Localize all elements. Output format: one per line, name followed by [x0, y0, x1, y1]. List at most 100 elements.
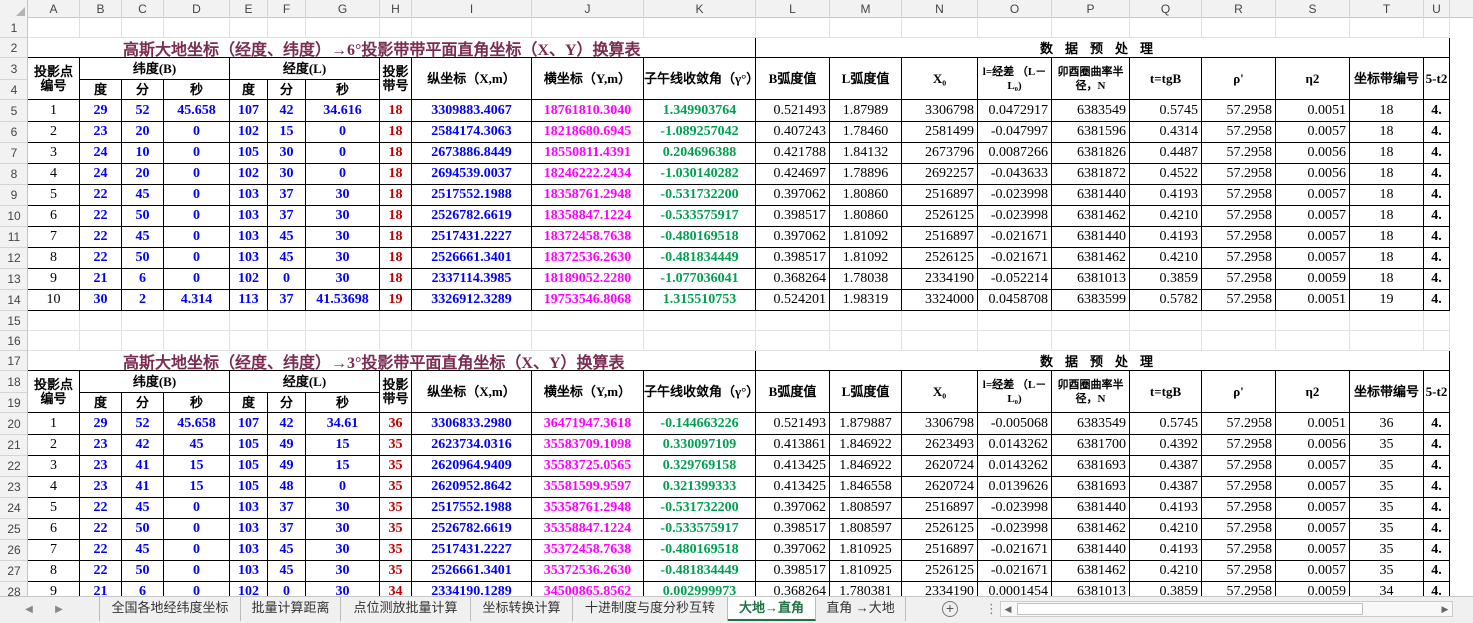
- table-cell[interactable]: 0: [306, 164, 380, 185]
- table-cell[interactable]: 2: [28, 435, 80, 456]
- table-cell[interactable]: 1.810925: [830, 561, 902, 582]
- table-cell[interactable]: 18: [380, 185, 412, 206]
- header-u[interactable]: 5-t2: [1424, 58, 1450, 100]
- header-latitude[interactable]: 纬度(B): [80, 58, 230, 80]
- table-cell[interactable]: 0.521493: [756, 413, 830, 435]
- empty-cell[interactable]: [28, 331, 80, 351]
- header-lat-deg[interactable]: 度: [80, 80, 122, 100]
- table-cell[interactable]: -0.480169518: [644, 540, 756, 561]
- table-cell[interactable]: 18372536.2630: [532, 248, 644, 269]
- table-cell[interactable]: 19: [380, 290, 412, 311]
- table-cell[interactable]: 35: [1350, 456, 1424, 477]
- empty-cell[interactable]: [1424, 18, 1450, 38]
- table-cell[interactable]: 0.524201: [756, 290, 830, 311]
- empty-cell[interactable]: [644, 311, 756, 331]
- empty-cell[interactable]: [164, 18, 230, 38]
- table-cell[interactable]: 45.658: [164, 100, 230, 122]
- header-brad[interactable]: B弧度值: [756, 371, 830, 413]
- empty-cell[interactable]: [532, 331, 644, 351]
- column-header-k[interactable]: K: [644, 0, 756, 18]
- table-cell[interactable]: 0.3859: [1130, 582, 1202, 596]
- empty-cell[interactable]: [268, 311, 306, 331]
- column-header-q[interactable]: Q: [1130, 0, 1202, 18]
- table-cell[interactable]: 2516897: [902, 227, 978, 248]
- row-header-3[interactable]: 3: [0, 58, 27, 80]
- empty-cell[interactable]: [380, 311, 412, 331]
- column-header-h[interactable]: H: [380, 0, 412, 18]
- row-header-23[interactable]: 23: [0, 477, 27, 498]
- row-header-11[interactable]: 11: [0, 227, 27, 248]
- table-cell[interactable]: 30: [80, 290, 122, 311]
- table-cell[interactable]: 2526782.6619: [412, 519, 532, 540]
- table-cell[interactable]: 0.329769158: [644, 456, 756, 477]
- table-cell[interactable]: -0.047997: [978, 122, 1052, 143]
- table-cell[interactable]: 3324000: [902, 290, 978, 311]
- table-cell[interactable]: 15: [164, 477, 230, 498]
- table-cell[interactable]: 1.81092: [830, 227, 902, 248]
- table-cell[interactable]: 30: [306, 540, 380, 561]
- table-cell[interactable]: 18358847.1224: [532, 206, 644, 227]
- table-cell[interactable]: 0: [164, 122, 230, 143]
- horizontal-scrollbar[interactable]: ◀ ▶: [1000, 601, 1453, 617]
- header-lon-min[interactable]: 分: [268, 393, 306, 413]
- table-cell[interactable]: 3: [28, 143, 80, 164]
- table-cell[interactable]: 30: [306, 206, 380, 227]
- scroll-left-icon[interactable]: ◀: [1001, 602, 1015, 616]
- table-cell[interactable]: 2334190: [902, 582, 978, 596]
- table-cell[interactable]: 6383549: [1052, 100, 1130, 122]
- table-cell[interactable]: 102: [230, 269, 268, 290]
- table-cell[interactable]: 2581499: [902, 122, 978, 143]
- empty-cell[interactable]: [1202, 331, 1276, 351]
- empty-cell[interactable]: [28, 18, 80, 38]
- row-header-10[interactable]: 10: [0, 206, 27, 227]
- table-cell[interactable]: 2526125: [902, 206, 978, 227]
- table-cell[interactable]: 2: [28, 122, 80, 143]
- table-cell[interactable]: 0: [164, 498, 230, 519]
- header-brad[interactable]: B弧度值: [756, 58, 830, 100]
- add-sheet-icon[interactable]: +: [942, 601, 958, 617]
- table-cell[interactable]: 2526125: [902, 519, 978, 540]
- empty-cell[interactable]: [1202, 18, 1276, 38]
- header-rho[interactable]: ρ': [1202, 58, 1276, 100]
- column-header-u[interactable]: U: [1424, 0, 1450, 18]
- table-cell[interactable]: 41: [122, 477, 164, 498]
- table-cell[interactable]: 30: [306, 561, 380, 582]
- table-cell[interactable]: 18246222.2434: [532, 164, 644, 185]
- table-cell[interactable]: 30: [268, 143, 306, 164]
- table-cell[interactable]: 1.84132: [830, 143, 902, 164]
- table-cell[interactable]: 7: [28, 540, 80, 561]
- table-cell[interactable]: 18550811.4391: [532, 143, 644, 164]
- table-cell[interactable]: 1.78896: [830, 164, 902, 185]
- table-cell[interactable]: -0.023998: [978, 185, 1052, 206]
- table-cell[interactable]: 22: [80, 540, 122, 561]
- column-header-i[interactable]: I: [412, 0, 532, 18]
- table-cell[interactable]: 3306798: [902, 413, 978, 435]
- table-cell[interactable]: 4: [28, 477, 80, 498]
- row-header-12[interactable]: 12: [0, 248, 27, 269]
- row-header-4[interactable]: 4: [0, 80, 27, 100]
- table-cell[interactable]: 35: [1350, 519, 1424, 540]
- table-cell[interactable]: 0.424697: [756, 164, 830, 185]
- empty-cell[interactable]: [532, 18, 644, 38]
- table-cell[interactable]: -1.077036041: [644, 269, 756, 290]
- table-cell[interactable]: 6381462: [1052, 519, 1130, 540]
- table-cell[interactable]: 2517552.1988: [412, 498, 532, 519]
- table-cell[interactable]: 1.349903764: [644, 100, 756, 122]
- table-cell[interactable]: -0.480169518: [644, 227, 756, 248]
- table-cell[interactable]: 20: [122, 122, 164, 143]
- header-lat-sec[interactable]: 秒: [164, 80, 230, 100]
- table-cell[interactable]: 4.: [1424, 269, 1450, 290]
- row-header-27[interactable]: 27: [0, 561, 27, 582]
- empty-cell[interactable]: [644, 18, 756, 38]
- table-cell[interactable]: 0.0057: [1276, 227, 1350, 248]
- table-cell[interactable]: 103: [230, 185, 268, 206]
- row-header-24[interactable]: 24: [0, 498, 27, 519]
- table-cell[interactable]: 18761810.3040: [532, 100, 644, 122]
- row-header-13[interactable]: 13: [0, 269, 27, 290]
- table-cell[interactable]: 105: [230, 477, 268, 498]
- table-cell[interactable]: 18: [1350, 269, 1424, 290]
- table-cell[interactable]: -1.030140282: [644, 164, 756, 185]
- table-cell[interactable]: 23: [80, 435, 122, 456]
- empty-cell[interactable]: [902, 311, 978, 331]
- table-cell[interactable]: 0.0057: [1276, 540, 1350, 561]
